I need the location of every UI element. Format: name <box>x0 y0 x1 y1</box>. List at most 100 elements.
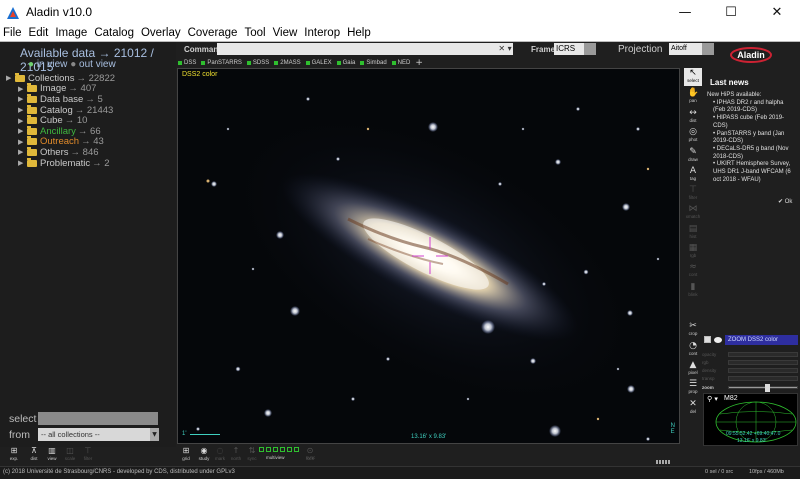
view-tool-mark[interactable]: ◌ mark <box>212 446 228 462</box>
tree-item-image[interactable]: ▶ Image → 407 <box>6 83 115 94</box>
menu-tool[interactable]: Tool <box>244 27 265 39</box>
slider-track[interactable] <box>728 359 798 365</box>
tree-item-problematic[interactable]: ▶ Problematic → 2 <box>6 157 115 169</box>
news-item[interactable]: • HIPASS cube (Feb 2019-CDS) <box>707 115 797 130</box>
menu-view[interactable]: View <box>273 27 298 39</box>
survey-shortcut-simbad[interactable]: Simbad <box>360 60 387 66</box>
tree-item-data-base[interactable]: ▶ Data base → 5 <box>6 93 115 105</box>
menu-coverage[interactable]: Coverage <box>188 27 238 39</box>
select-input[interactable] <box>38 412 158 425</box>
transp-slider[interactable]: transp <box>702 374 798 382</box>
layer-name[interactable]: ZOOM DSS2 color <box>725 334 798 345</box>
resize-handle[interactable] <box>656 460 670 464</box>
menu-image[interactable]: Image <box>55 27 87 39</box>
bottom-tool-view[interactable]: ▥ view <box>44 446 60 462</box>
tool-crop[interactable]: ✂ crop <box>684 321 702 339</box>
menu-file[interactable]: File <box>3 27 22 39</box>
tool-xmatch[interactable]: ⋈ xmatch <box>684 204 702 222</box>
tree-item-ancillary[interactable]: ▶ Ancillary → 66 <box>6 125 115 137</box>
news-ok-button[interactable]: ✔ Ok <box>778 198 792 205</box>
bottom-tool-scale[interactable]: ◫ scale <box>62 446 78 462</box>
frame-dropdown-button[interactable] <box>584 43 596 55</box>
opacity-slider[interactable]: opacity <box>702 350 798 358</box>
layer-stack-row[interactable]: ZOOM DSS2 color <box>704 334 798 345</box>
view-tool-sync[interactable]: ⇅ sync <box>244 446 260 462</box>
tool-tag[interactable]: Atag <box>684 166 702 184</box>
zoom-knob[interactable] <box>765 383 770 392</box>
survey-shortcut-dss[interactable]: DSS <box>178 60 196 66</box>
tool-phot[interactable]: ◎ phot <box>684 127 702 145</box>
survey-shortcut-gaia[interactable]: Gaia <box>336 60 355 66</box>
density-slider[interactable]: density <box>702 366 798 374</box>
projection-select[interactable]: Aitoff <box>669 43 702 55</box>
rgb-slider[interactable]: rgb <box>702 358 798 366</box>
slider-track[interactable] <box>728 367 798 373</box>
minimize-button[interactable]: — <box>662 0 708 24</box>
from-select[interactable]: -- all collections -- <box>38 428 150 441</box>
tool-filter[interactable]: ⊤ filter <box>684 185 702 203</box>
command-clear-icon[interactable]: ✕ ▾ <box>497 43 513 55</box>
survey-shortcut-2mass[interactable]: 2MASS <box>274 60 301 66</box>
expand-arrow-icon[interactable]: ▶ <box>18 117 27 125</box>
from-dropdown-button[interactable]: ▼ <box>150 428 159 441</box>
news-item[interactable]: • IPHAS DR2 r and halpha (Feb 2019-CDS) <box>707 100 797 115</box>
menu-interop[interactable]: Interop <box>304 27 340 39</box>
tool-cont[interactable]: ≈ cont <box>684 262 702 280</box>
expand-arrow-icon[interactable]: ▶ <box>18 106 27 114</box>
bottom-tool-dist[interactable]: ⊼ dist <box>26 446 42 462</box>
tool-hist[interactable]: ▤ hist <box>684 224 702 242</box>
survey-shortcut-ned[interactable]: NED <box>391 60 410 66</box>
expand-arrow-icon[interactable]: ▶ <box>18 127 27 135</box>
bottom-tool-exp[interactable]: ⊞ exp. <box>6 446 22 462</box>
news-item[interactable]: • UKIRT Hemisphere Survey, UHS DR1 J-ban… <box>707 161 797 184</box>
survey-shortcut-sdss[interactable]: SDSS <box>246 60 269 66</box>
eye-icon[interactable] <box>714 336 722 343</box>
sky-overview[interactable]: ⚲ ▾ M82 09:55:52.42 +69:40:47.0 13.16' x… <box>703 393 798 446</box>
news-item[interactable]: • PanSTARRS y band (Jan 2019-CDS) <box>707 131 797 146</box>
slider-track[interactable] <box>728 351 798 357</box>
menu-catalog[interactable]: Catalog <box>94 27 134 39</box>
tree-item-cube[interactable]: ▶ Cube → 10 <box>6 115 115 126</box>
tool-dist[interactable]: ↔ dist <box>684 108 702 126</box>
view-tool-north[interactable]: ↑ north <box>228 446 244 462</box>
survey-shortcut-panstarrs[interactable]: PanSTARRS <box>201 60 242 66</box>
expand-arrow-icon[interactable]: ▶ <box>6 74 15 82</box>
view-tool-grid[interactable]: ⊞ grid <box>178 446 194 462</box>
tool-select[interactable]: ↖ select <box>684 68 702 86</box>
tool-pan[interactable]: ✋ pan <box>684 88 702 106</box>
zoom-track[interactable] <box>728 383 798 392</box>
tool-prop[interactable]: ☰ prop <box>684 379 702 397</box>
close-button[interactable]: ✕ <box>754 0 800 24</box>
expand-arrow-icon[interactable]: ▶ <box>18 95 27 103</box>
expand-arrow-icon[interactable]: ▶ <box>18 148 27 156</box>
menu-help[interactable]: Help <box>347 27 371 39</box>
menu-edit[interactable]: Edit <box>29 27 49 39</box>
frame-select[interactable]: ICRS <box>554 43 584 55</box>
projection-dropdown-button[interactable] <box>702 43 714 55</box>
tool-draw[interactable]: ✎ draw <box>684 147 702 165</box>
tree-item-outreach[interactable]: ▶ Outreach → 43 <box>6 136 115 147</box>
tool-pixel[interactable]: ▲ pixel <box>684 360 702 378</box>
expand-arrow-icon[interactable]: ▶ <box>18 85 27 93</box>
expand-arrow-icon[interactable]: ▶ <box>18 138 27 146</box>
multiview-icon[interactable] <box>259 447 299 452</box>
add-survey-icon[interactable]: + <box>415 58 423 68</box>
survey-shortcut-galex[interactable]: GALEX <box>305 60 332 66</box>
tool-rgb[interactable]: ▦ rgb <box>684 243 702 261</box>
tree-item-catalog[interactable]: ▶ Catalog → 21443 <box>6 104 115 116</box>
maximize-button[interactable]: ☐ <box>708 0 754 24</box>
zoom-slider[interactable]: zoom <box>702 383 798 392</box>
expand-arrow-icon[interactable]: ▶ <box>18 159 27 167</box>
tool-del[interactable]: ✕ del <box>684 399 702 417</box>
tool-cont[interactable]: ◔ cont <box>684 341 702 359</box>
sky-image-view[interactable]: DSS2 color 1' 13.16' x 9.83' N E <box>177 68 680 444</box>
view-tool-study[interactable]: ◉ study <box>196 446 212 462</box>
command-input[interactable] <box>217 43 513 55</box>
bottom-tool-filter[interactable]: ⊤ filter <box>80 446 96 462</box>
news-item[interactable]: • DECaLS-DR5 g band (Nov 2018-CDS) <box>707 146 797 161</box>
layer-visibility-checkbox[interactable] <box>704 336 711 343</box>
menu-overlay[interactable]: Overlay <box>141 27 181 39</box>
tree-item-others[interactable]: ▶ Others → 846 <box>6 146 115 158</box>
slider-track[interactable] <box>728 375 798 381</box>
tool-blink[interactable]: ▮ blink <box>684 282 702 300</box>
